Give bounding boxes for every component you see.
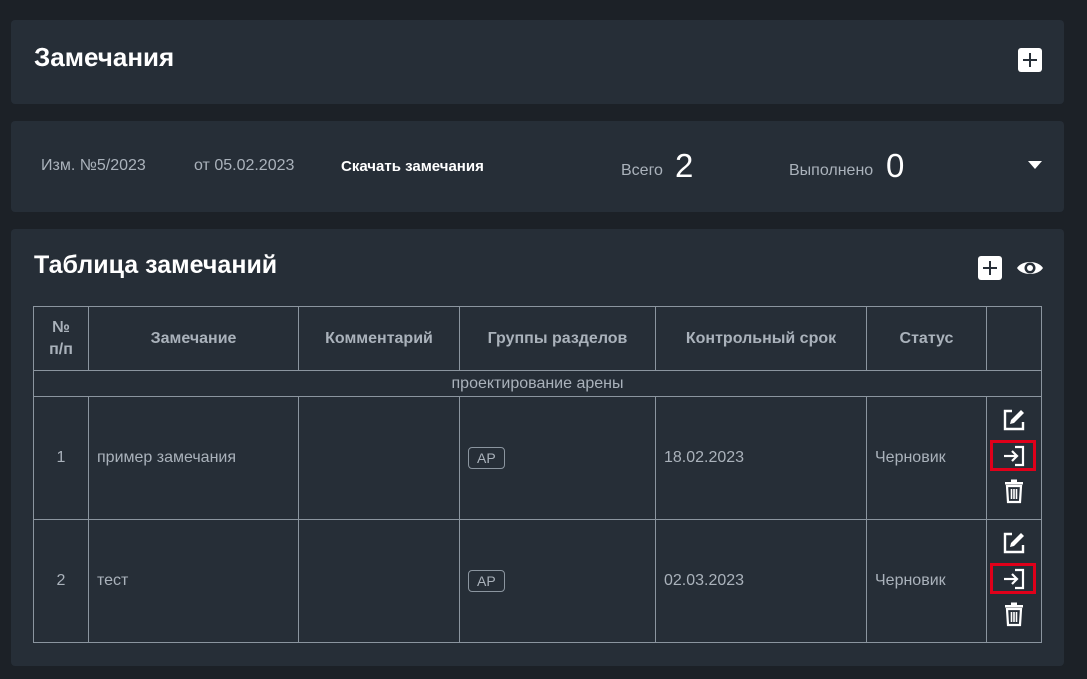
add-row-button[interactable] bbox=[978, 256, 1002, 280]
done-label: Выполнено bbox=[789, 162, 874, 179]
section-tag: АР bbox=[468, 570, 505, 592]
page-title: Замечания bbox=[34, 42, 175, 72]
revision-card: Изм. №5/2023 от 05.02.2023 Скачать замеч… bbox=[11, 121, 1064, 212]
col-deadline: Контрольный срок bbox=[655, 306, 867, 371]
enter-icon[interactable] bbox=[1001, 566, 1027, 592]
row-status: Черновик bbox=[866, 396, 987, 520]
row-section-group: АР bbox=[459, 519, 656, 643]
col-comment: Комментарий bbox=[298, 306, 460, 371]
eye-icon[interactable] bbox=[1016, 257, 1044, 279]
col-actions bbox=[986, 306, 1042, 371]
table-row: 2 тест АР 02.03.2023 Черновик bbox=[33, 519, 1042, 643]
chevron-down-icon[interactable] bbox=[1028, 161, 1042, 169]
col-section-groups: Группы разделов bbox=[459, 306, 656, 371]
row-actions bbox=[986, 519, 1042, 643]
trash-icon[interactable] bbox=[1001, 478, 1027, 504]
row-section-group: АР bbox=[459, 396, 656, 520]
header-card: Замечания bbox=[11, 20, 1064, 104]
row-actions bbox=[986, 396, 1042, 520]
revision-number: Изм. №5/2023 bbox=[41, 157, 146, 174]
edit-icon[interactable] bbox=[1001, 530, 1027, 556]
row-remark: пример замечания bbox=[88, 396, 299, 520]
enter-icon[interactable] bbox=[1001, 443, 1027, 469]
total-value: 2 bbox=[675, 147, 694, 184]
remarks-table-card: Таблица замечаний № п/п Замечание Коммен… bbox=[11, 229, 1064, 666]
add-remark-button[interactable] bbox=[1018, 48, 1042, 72]
row-deadline: 02.03.2023 bbox=[655, 519, 867, 643]
row-comment bbox=[298, 396, 460, 520]
trash-icon[interactable] bbox=[1001, 601, 1027, 627]
revision-date: от 05.02.2023 bbox=[194, 157, 295, 174]
group-row: проектирование арены bbox=[33, 370, 1042, 397]
row-status: Черновик bbox=[866, 519, 987, 643]
done-value: 0 bbox=[886, 147, 905, 184]
col-status: Статус bbox=[866, 306, 987, 371]
group-label: проектирование арены bbox=[33, 370, 1042, 397]
download-remarks-link[interactable]: Скачать замечания bbox=[341, 158, 484, 175]
remarks-table: № п/п Замечание Комментарий Группы разде… bbox=[33, 306, 1042, 643]
table-header-row: № п/п Замечание Комментарий Группы разде… bbox=[33, 306, 1042, 371]
table-row: 1 пример замечания АР 18.02.2023 Чернови… bbox=[33, 396, 1042, 520]
section-tag: АР bbox=[468, 447, 505, 469]
total-label: Всего bbox=[621, 162, 663, 179]
row-remark: тест bbox=[88, 519, 299, 643]
col-number: № п/п bbox=[33, 306, 89, 371]
row-number: 1 bbox=[33, 396, 89, 520]
edit-icon[interactable] bbox=[1001, 407, 1027, 433]
row-number: 2 bbox=[33, 519, 89, 643]
row-comment bbox=[298, 519, 460, 643]
table-title: Таблица замечаний bbox=[34, 251, 278, 279]
col-remark: Замечание bbox=[88, 306, 299, 371]
row-deadline: 18.02.2023 bbox=[655, 396, 867, 520]
